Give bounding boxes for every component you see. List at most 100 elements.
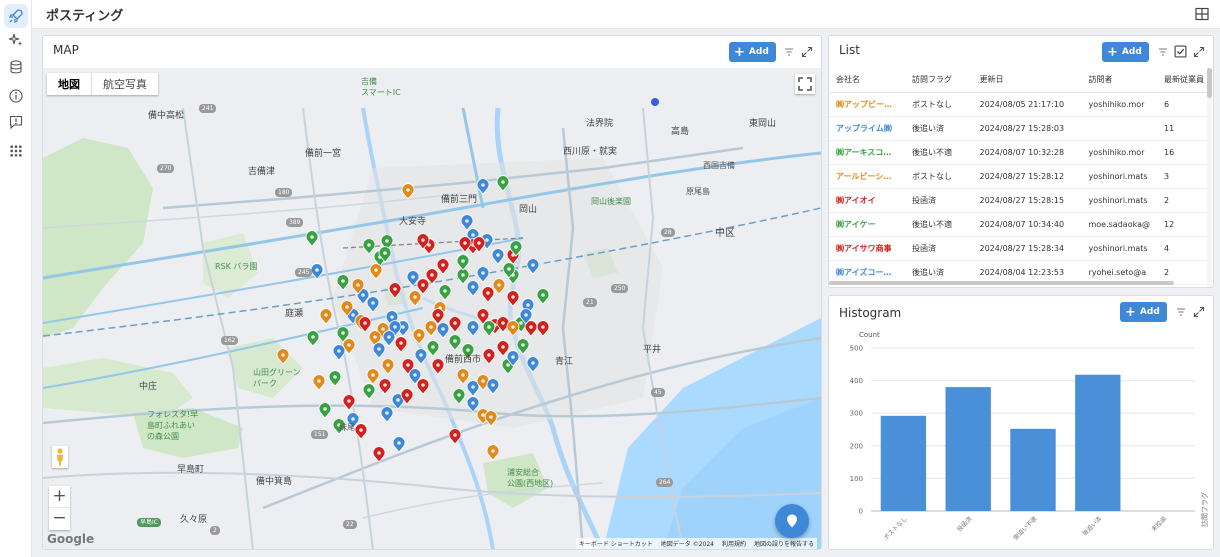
- map-marker-dot: [421, 283, 425, 287]
- map-marker-dot: [393, 325, 397, 329]
- layout-grid-icon[interactable]: [1194, 6, 1210, 22]
- map-view[interactable]: 241 270 180 389 245 162 151 22 2 250 21 …: [43, 68, 821, 550]
- map-zoom-control: + −: [49, 486, 70, 530]
- feedback-icon[interactable]: [4, 110, 28, 134]
- map-data-credit: 地図データ ©2024: [660, 541, 714, 548]
- table-row[interactable]: ㈱アーキスコープ 後追い不適 2024/08/07 10:32:28 yoshihik…: [829, 140, 1211, 165]
- list-horizontal-scrollbar[interactable]: [829, 281, 1205, 285]
- map-label: 東岡山: [749, 119, 777, 129]
- checkbox-icon[interactable]: [1174, 45, 1187, 58]
- add-location-fab[interactable]: [775, 504, 809, 538]
- zoom-in-button[interactable]: +: [49, 486, 70, 508]
- y-tick-label: 100: [850, 475, 863, 483]
- map-label: 法界院: [586, 119, 614, 129]
- map-marker-dot: [310, 235, 314, 239]
- map-marker-dot: [311, 335, 315, 339]
- map-marker-dot: [486, 291, 490, 295]
- scroll-thumb[interactable]: [829, 281, 1174, 285]
- map-marker-dot: [531, 263, 535, 267]
- employees-cell: 2: [1156, 188, 1211, 213]
- map-marker-dot: [487, 353, 491, 357]
- list-vertical-scrollbar[interactable]: [1207, 68, 1212, 287]
- rocket-icon[interactable]: [4, 4, 28, 28]
- zoom-out-button[interactable]: −: [49, 508, 70, 530]
- list-add-label: Add: [1121, 47, 1142, 57]
- map-marker-dot: [347, 399, 351, 403]
- terms-link[interactable]: 利用規約: [722, 539, 746, 548]
- column-header[interactable]: 更新日: [972, 68, 1082, 93]
- column-header[interactable]: 最新従業員: [1156, 68, 1211, 93]
- map-marker-dot: [507, 267, 511, 271]
- map-marker-dot: [377, 451, 381, 455]
- list-panel-title: List: [839, 43, 860, 57]
- map-marker-dot: [401, 325, 405, 329]
- visitor-cell: yoshinori.mats: [1081, 164, 1157, 189]
- route-shield: 45: [651, 388, 665, 397]
- table-row[interactable]: ㈱アイオイ 投函済 2024/08/27 15:28:15 yoshinori.mat…: [829, 188, 1211, 213]
- visitor-cell: yoshihiko.mor: [1081, 140, 1157, 165]
- sparkles-icon[interactable]: [4, 28, 28, 52]
- table-row[interactable]: ㈱アイケー 後追い不適 2024/08/07 10:34:40 moe.sadaoka…: [829, 212, 1211, 237]
- map-marker-dot: [524, 313, 528, 317]
- map-canvas[interactable]: [43, 68, 821, 550]
- x-axis-label: 訪問フラグ: [1200, 492, 1209, 527]
- street-view-pegman[interactable]: [52, 446, 68, 468]
- route-shield: 21: [583, 298, 597, 307]
- scroll-thumb[interactable]: [1207, 68, 1212, 98]
- table-header-row: 会社名 訪問フラグ 更新日 訪問者 最新従業員: [829, 68, 1211, 93]
- map-label: フォレスタ!早 島町ふれあい の森公園: [147, 410, 199, 441]
- map-marker-dot: [529, 325, 533, 329]
- map-label: 中区: [715, 228, 735, 239]
- map-marker-dot: [324, 313, 328, 317]
- map-type-roadmap[interactable]: 地図: [47, 73, 92, 95]
- filter-icon[interactable]: [1157, 46, 1169, 58]
- report-error-link[interactable]: 地図の誤りを報告する: [754, 539, 814, 548]
- table-row[interactable]: ㈱アイサワ商事 投函済 2024/08/27 15:28:34 yoshinori.m…: [829, 236, 1211, 261]
- info-icon[interactable]: [4, 84, 28, 108]
- company-cell: ㈱アーキスコープ: [829, 140, 905, 165]
- company-cell: ㈱アイサワ商事: [829, 236, 905, 261]
- apps-grid-icon[interactable]: [4, 139, 28, 163]
- column-header[interactable]: 訪問フラグ: [905, 68, 973, 93]
- map-marker-dot: [471, 385, 475, 389]
- map-label: 備前一宮: [305, 149, 342, 159]
- map-label: 吉備 スマートIC: [361, 77, 401, 97]
- map-label: 西国吉備: [703, 161, 735, 170]
- map-fullscreen-button[interactable]: [795, 74, 815, 94]
- table-row[interactable]: アップライム㈱ 後追い済 2024/08/27 15:28:03 11: [829, 116, 1211, 141]
- pegman-icon: [57, 448, 63, 466]
- flag-cell: 投函済: [905, 188, 973, 213]
- map-marker-dot: [441, 263, 445, 267]
- date-cell: 2024/08/27 15:28:03: [972, 116, 1082, 141]
- flag-cell: 後追い不適: [905, 212, 973, 237]
- map-label: 備前三門: [441, 195, 478, 205]
- keyboard-shortcuts-link[interactable]: キーボード ショートカット: [579, 539, 653, 548]
- map-add-button[interactable]: + Add: [729, 42, 776, 62]
- map-marker-dot: [341, 331, 345, 335]
- map-marker-dot: [461, 273, 465, 277]
- list-add-button[interactable]: + Add: [1102, 42, 1149, 62]
- route-shield: 162: [221, 336, 239, 345]
- map-marker-dot: [453, 339, 457, 343]
- date-cell: 2024/08/07 10:32:28: [972, 140, 1082, 165]
- expand-icon[interactable]: [1193, 46, 1205, 58]
- flag-cell: 後追い済: [905, 116, 973, 141]
- column-header[interactable]: 会社名: [829, 68, 905, 93]
- map-marker-dot: [371, 301, 375, 305]
- expand-icon[interactable]: [801, 46, 813, 58]
- map-marker-dot: [385, 239, 389, 243]
- table-row[interactable]: ㈱アップビート… ポストなし 2024/08/05 21:17:10 yoshihik…: [829, 92, 1211, 117]
- map-marker-dot: [413, 295, 417, 299]
- map-marker-dot: [481, 379, 485, 383]
- x-tick-label: 投函済: [955, 515, 973, 533]
- table-row[interactable]: アールビーシー… ポストなし 2024/08/27 15:28:12 yoshinor…: [829, 164, 1211, 189]
- map-marker-dot: [381, 327, 385, 331]
- map-type-satellite[interactable]: 航空写真: [92, 73, 158, 95]
- date-cell: 2024/08/07 10:34:40: [972, 212, 1082, 237]
- filter-icon[interactable]: [783, 46, 795, 58]
- column-header[interactable]: 訪問者: [1081, 68, 1157, 93]
- map-marker-dot: [417, 333, 421, 337]
- database-icon[interactable]: [4, 55, 28, 79]
- map-marker-dot: [501, 321, 505, 325]
- map-marker-dot: [477, 241, 481, 245]
